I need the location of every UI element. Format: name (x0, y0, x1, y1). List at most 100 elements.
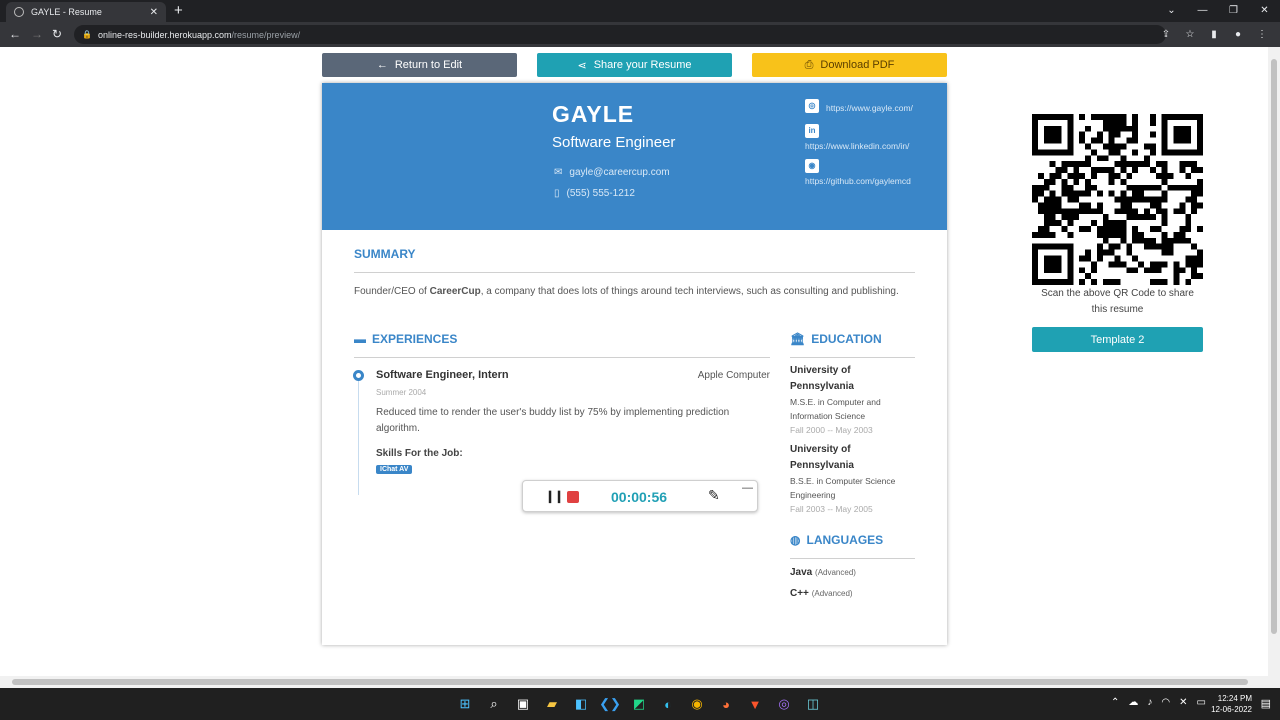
forward-button[interactable]: → (31, 26, 43, 42)
close-window-button[interactable]: ✕ (1249, 0, 1280, 22)
pen-icon[interactable]: ✎ (708, 487, 720, 504)
share-page-icon[interactable]: ⇪ (1154, 25, 1178, 44)
browser-toolbar: ← → ↻ 🔒 online-res-builder.herokuapp.com… (0, 22, 1280, 47)
email-contact: ✉ gayle@careercup.com (554, 167, 670, 178)
cloud-icon[interactable]: ☁ (1128, 697, 1138, 708)
address-bar[interactable]: 🔒 online-res-builder.herokuapp.com/resum… (74, 25, 1166, 44)
minimize-icon[interactable]: — (742, 482, 753, 494)
brave-icon[interactable]: ▼ (745, 694, 765, 714)
tab-search-icon[interactable]: ⌄ (1156, 0, 1187, 22)
language-level: (Advanced) (815, 568, 856, 577)
phone-contact: ▯ (555) 555-1212 (554, 188, 635, 199)
linkedin-link[interactable]: in https://www.linkedin.com/in/ (805, 124, 935, 151)
github-url: https://github.com/gaylemcd (805, 176, 911, 186)
horizontal-scrollbar[interactable] (0, 676, 1268, 688)
system-tray: ⌃ ☁ ♪ ◠ ✕ ▭ (1111, 697, 1206, 708)
github-desktop-icon[interactable]: ◎ (774, 694, 794, 714)
education-degree: B.S.E. in Computer Science Engineering (790, 476, 896, 500)
file-explorer-icon[interactable]: ▰ (542, 694, 562, 714)
skill-badge: IChat AV (376, 465, 413, 474)
battery-icon[interactable]: ▭ (1197, 697, 1206, 708)
notification-icon[interactable]: ▤ (1261, 697, 1271, 710)
github-link[interactable]: ◉ https://github.com/gaylemcd (805, 159, 935, 186)
browser-tab[interactable]: GAYLE - Resume ✕ (6, 2, 166, 22)
side-panel-icon[interactable]: ▮ (1202, 25, 1226, 44)
job-description: Reduced time to render the user's buddy … (376, 407, 730, 434)
education-heading: 🏛 EDUCATION (790, 332, 882, 346)
chevron-up-icon[interactable]: ⌃ (1111, 697, 1119, 708)
back-button[interactable]: ← (9, 26, 21, 42)
volume-muted-icon[interactable]: ✕ (1179, 697, 1187, 708)
education-heading-text: EDUCATION (811, 332, 882, 346)
github-icon: ◉ (805, 159, 819, 173)
clock-time: 12:24 PM (1217, 694, 1252, 703)
wifi-icon[interactable]: ◠ (1161, 697, 1170, 708)
languages-heading-text: LANGUAGES (806, 533, 884, 547)
qr-caption: Scan the above QR Code to share this res… (1041, 288, 1194, 315)
language-name: C++ (790, 588, 809, 599)
language-item: C++ (Advanced) (790, 588, 853, 599)
scrollbar-thumb[interactable] (1271, 59, 1277, 634)
restore-button[interactable]: ❐ (1218, 0, 1249, 22)
website-link[interactable]: ◎ https://www.gayle.com/ (805, 99, 935, 116)
search-icon[interactable]: ⌕ (484, 694, 504, 714)
return-to-edit-button[interactable]: ← Return to Edit (322, 53, 517, 77)
profile-icon[interactable]: ● (1226, 25, 1250, 44)
summary-heading-text: SUMMARY (354, 247, 416, 261)
job-date: Summer 2004 (376, 388, 427, 397)
stop-icon[interactable] (567, 491, 579, 503)
download-pdf-button[interactable]: ⎙ Download PDF (752, 53, 947, 77)
minimize-button[interactable]: — (1187, 0, 1218, 22)
resume-role: Software Engineer (552, 134, 676, 151)
recording-timer: 00:00:56 (611, 489, 668, 505)
phone-icon: ▯ (554, 188, 560, 199)
summary-divider (354, 272, 915, 273)
timeline-line (358, 375, 359, 495)
languages-divider (790, 558, 915, 559)
new-tab-button[interactable]: + (174, 3, 183, 19)
share-resume-button[interactable]: ⋖ Share your Resume (537, 53, 732, 77)
website-url: https://www.gayle.com/ (826, 102, 913, 113)
recorder-app-icon[interactable]: ◫ (803, 694, 823, 714)
firefox-icon[interactable]: ◕ (716, 694, 736, 714)
template-button[interactable]: Template 2 (1032, 327, 1203, 352)
reload-button[interactable]: ↻ (52, 26, 62, 42)
resume-name: GAYLE (552, 101, 635, 127)
chrome-icon[interactable]: ◉ (687, 694, 707, 714)
vertical-scrollbar[interactable] (1268, 47, 1280, 688)
menu-kebab-icon[interactable]: ⋮ (1250, 25, 1274, 44)
summary-text: Founder/CEO of CareerCup, a company that… (354, 284, 914, 300)
taskbar: ⊞ ⌕ ▣ ▰ ◧ ❮❯ ◩ ◐ ◉ ◕ ▼ ◎ ◫ ⌃ ☁ ♪ ◠ ✕ ▭ 1… (0, 688, 1280, 720)
institution-icon: 🏛 (790, 332, 806, 346)
taskbar-apps: ⊞ ⌕ ▣ ▰ ◧ ❮❯ ◩ ◐ ◉ ◕ ▼ ◎ ◫ (455, 694, 823, 714)
tab-title: GAYLE - Resume (31, 7, 102, 17)
email-text: gayle@careercup.com (569, 167, 670, 178)
microphone-icon[interactable]: ♪ (1147, 697, 1152, 708)
edge-icon[interactable]: ◐ (658, 694, 678, 714)
job-company: Apple Computer (697, 370, 770, 381)
linkedin-icon: in (805, 124, 819, 138)
task-view-icon[interactable]: ▣ (513, 694, 533, 714)
pycharm-icon[interactable]: ◩ (629, 694, 649, 714)
windows-start-icon[interactable]: ⊞ (455, 694, 475, 714)
skills-label: Skills For the Job: (376, 448, 463, 459)
share-icon: ⋖ (577, 59, 587, 72)
return-to-edit-label: Return to Edit (394, 59, 463, 71)
education-date: Fall 2003 -- May 2005 (790, 504, 873, 514)
globe-icon: ◎ (805, 99, 819, 113)
experiences-heading: ▬ EXPERIENCES (354, 332, 457, 346)
education-school: University of Pennsylvania (790, 444, 854, 471)
vscode-icon[interactable]: ❮❯ (599, 694, 621, 714)
language-item: Java (Advanced) (790, 567, 856, 578)
experiences-divider (354, 357, 770, 358)
scrollbar-thumb[interactable] (12, 679, 1248, 685)
summary-heading: SUMMARY (354, 247, 416, 261)
store-icon[interactable]: ◧ (571, 694, 591, 714)
pause-icon[interactable]: ❙❙ (545, 489, 564, 503)
taskbar-clock[interactable]: 12:24 PM 12-06-2022 (1211, 693, 1252, 715)
summary-text-before: Founder/CEO of (354, 286, 430, 297)
bookmark-star-icon[interactable]: ☆ (1178, 25, 1202, 44)
resume-header: GAYLE Software Engineer ✉ gayle@careercu… (322, 83, 947, 230)
arrow-left-icon: ← (376, 59, 388, 71)
close-tab-icon[interactable]: ✕ (150, 7, 158, 18)
